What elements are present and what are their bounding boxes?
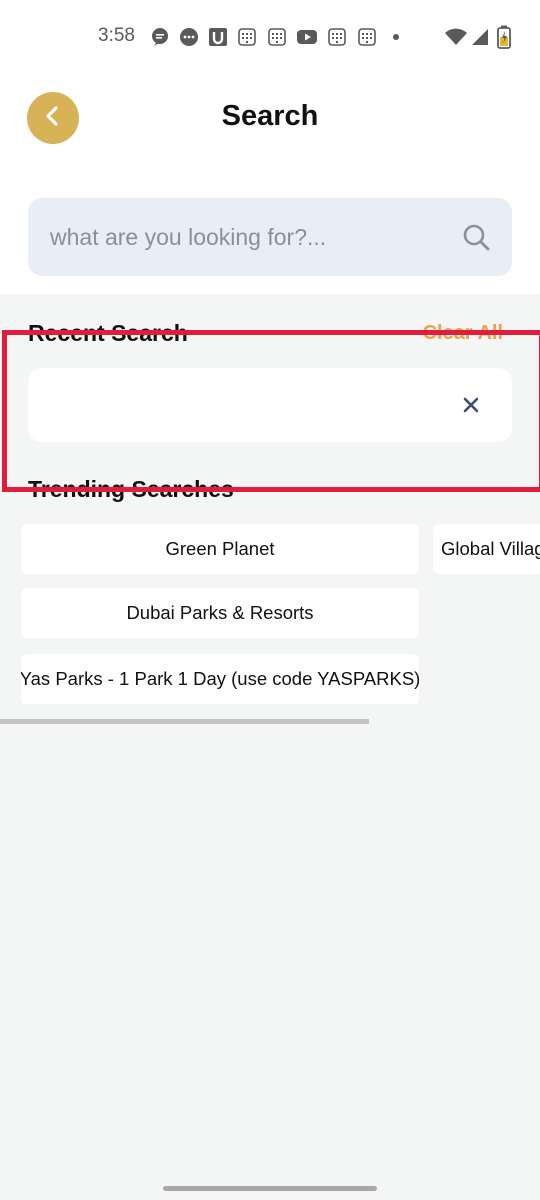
clear-all-button[interactable]: Clear All [423, 322, 503, 345]
trending-chip[interactable]: Yas Parks - 1 Park 1 Day (use code YASPA… [21, 654, 419, 704]
trending-chip[interactable]: Dubai Parks & Resorts [21, 588, 419, 638]
signal-icon [470, 27, 490, 47]
calendar-icon [267, 27, 287, 47]
page-title: Search [221, 100, 319, 132]
search-icon[interactable] [462, 223, 490, 251]
horizontal-scrollbar[interactable] [0, 719, 369, 724]
calendar-icon [237, 27, 257, 47]
u-app-icon [208, 27, 228, 47]
trending-searches-heading: Trending Searches [28, 476, 234, 502]
trending-chip[interactable]: Green Planet [21, 524, 419, 574]
search-bar[interactable] [28, 198, 512, 276]
messenger-icon [179, 27, 199, 47]
close-icon[interactable] [460, 394, 482, 416]
trending-chip[interactable]: Global Village [433, 524, 540, 574]
calendar-icon [357, 27, 377, 47]
wifi-icon [444, 27, 468, 47]
home-indicator[interactable] [163, 1186, 377, 1191]
battery-charging-icon [497, 25, 511, 49]
recent-search-item[interactable] [28, 368, 512, 442]
recent-search-heading: Recent Search [28, 320, 188, 346]
youtube-icon [296, 27, 317, 47]
chat-bubble-icon [150, 27, 170, 47]
search-input[interactable] [50, 198, 450, 276]
calendar-icon [327, 27, 347, 47]
status-time: 3:58 [98, 25, 135, 46]
dot-icon [388, 27, 408, 47]
